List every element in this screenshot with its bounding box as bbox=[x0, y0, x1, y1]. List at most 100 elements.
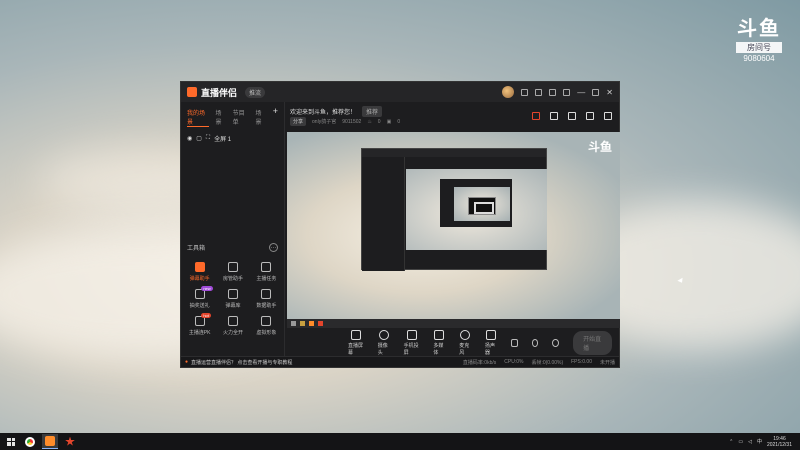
fullscreen-icon: ⛶ bbox=[205, 135, 211, 141]
scene-label: 全屏 1 bbox=[214, 137, 232, 143]
message-icon[interactable] bbox=[521, 88, 529, 96]
star-icon bbox=[65, 436, 75, 446]
camera-icon bbox=[378, 330, 389, 340]
minimize-icon[interactable]: — bbox=[577, 88, 585, 97]
tab-scene[interactable]: 场景 bbox=[215, 108, 226, 127]
room-meta: 分享 only鸽子官 9011502 ♨ 0 ▣ 0 bbox=[290, 117, 400, 126]
close-icon[interactable]: ✕ bbox=[606, 88, 613, 97]
sidebar: 我的场景 场景 节目单 场景 + ◉ ▢ ⛶ 全屏 1 工具箱 … 弹幕助手 房… bbox=[181, 102, 285, 358]
toolbox-header: 工具箱 … bbox=[187, 243, 278, 252]
taskbar: ⌃ ▭ ◁ 中 19:46 2021/12/31 bbox=[0, 433, 800, 450]
live-companion-icon bbox=[45, 436, 55, 446]
preview-watermark: 斗鱼 bbox=[587, 140, 612, 154]
play-icon bbox=[434, 330, 445, 340]
tab-scene-2[interactable]: 场景 bbox=[256, 108, 267, 127]
eye-icon[interactable]: ◉ bbox=[187, 135, 192, 142]
dropped-stat: 丢帧:0(0.00%) bbox=[531, 359, 564, 366]
clock[interactable]: 19:46 2021/12/31 bbox=[767, 436, 792, 448]
gift-icon[interactable] bbox=[535, 88, 543, 96]
more-icon[interactable]: … bbox=[269, 243, 278, 252]
app-logo-icon bbox=[187, 87, 197, 97]
nested-window-2 bbox=[440, 179, 512, 227]
network-icon[interactable]: ▭ bbox=[738, 439, 743, 445]
start-live-button[interactable]: 开始直播 bbox=[573, 331, 612, 355]
video-icon[interactable] bbox=[510, 339, 518, 347]
status-bar: ● 直播运营直播伴侣？ 点击查看开播与专职教程 直播码率:0kb/s CPU:0%… bbox=[181, 356, 619, 367]
lock-icon[interactable] bbox=[550, 112, 558, 120]
main-panel: 欢迎来到斗鱼，推荐您！ 推荐 分享 only鸽子官 9011502 ♨ 0 ▣ 0 … bbox=[286, 102, 620, 358]
watermark-tag: 房间号 bbox=[736, 42, 782, 53]
menu-icon[interactable] bbox=[563, 88, 571, 96]
app-window: 直播伴侣 推流 — ✕ 我的场景 场景 节目单 场景 + ◉ ▢ ⛶ 全屏 1 bbox=[180, 81, 620, 368]
glasses-icon bbox=[261, 316, 272, 326]
room-number: 9011502 bbox=[342, 118, 362, 125]
avatar[interactable] bbox=[502, 86, 515, 98]
taskbar-chrome[interactable] bbox=[22, 434, 38, 449]
speaker-icon bbox=[485, 330, 496, 340]
cpu-stat: CPU:0% bbox=[504, 358, 524, 365]
camera-button[interactable]: 摄像头 bbox=[378, 330, 390, 356]
app-name: 直播伴侣 bbox=[201, 87, 238, 98]
taskbar-app[interactable] bbox=[62, 434, 78, 449]
tool-danmaku-library[interactable]: 弹幕库 bbox=[216, 289, 249, 309]
tool-firepower[interactable]: 火力全开 bbox=[216, 316, 249, 336]
scene-tabs: 我的场景 场景 节目单 场景 + bbox=[181, 102, 284, 131]
fire-icon: ♨ bbox=[367, 118, 372, 125]
lock-icon[interactable]: ▢ bbox=[196, 135, 202, 142]
version-button[interactable]: 推流 bbox=[245, 86, 266, 98]
tab-program[interactable]: 节目单 bbox=[233, 108, 250, 127]
phone-icon bbox=[406, 330, 417, 340]
language-icon[interactable]: 中 bbox=[757, 438, 762, 445]
volume-icon[interactable]: ◁ bbox=[748, 439, 752, 445]
record-icon[interactable] bbox=[568, 112, 576, 120]
preview-taskbar bbox=[287, 319, 620, 328]
tool-danmaku-assistant[interactable]: 弹幕助手 bbox=[183, 262, 216, 282]
main-toolbar bbox=[532, 112, 612, 120]
chart-icon bbox=[261, 289, 272, 299]
user-icon bbox=[227, 262, 238, 272]
share-button[interactable]: 分享 bbox=[290, 117, 307, 126]
tool-streamer-task[interactable]: 主播任务 bbox=[250, 262, 283, 282]
shirt-icon[interactable] bbox=[549, 88, 557, 96]
hot-count: 0 bbox=[397, 118, 401, 125]
bell-icon[interactable] bbox=[586, 112, 594, 120]
taskbar-live-companion[interactable] bbox=[42, 434, 58, 449]
phone-cast-button[interactable]: 手机投屏 bbox=[404, 330, 420, 356]
tool-lottery[interactable]: new 抽奖送礼 bbox=[183, 286, 216, 309]
recommend-button[interactable]: 推荐 bbox=[362, 106, 383, 117]
watermark-room: 9080604 bbox=[743, 54, 775, 63]
app-brand: 直播伴侣 推流 bbox=[187, 86, 266, 99]
monitor-icon bbox=[350, 330, 361, 340]
clock-date: 2021/12/31 bbox=[766, 441, 792, 448]
share-icon[interactable] bbox=[604, 112, 612, 120]
tool-avatar[interactable]: 虚拟形象 bbox=[250, 316, 283, 336]
chevron-up-icon[interactable]: ⌃ bbox=[729, 439, 733, 445]
tab-my-scenes[interactable]: 我的场景 bbox=[187, 108, 210, 127]
gift-box-icon[interactable] bbox=[532, 112, 540, 120]
media-button[interactable]: 多媒体 bbox=[433, 330, 445, 356]
live-status: 未开播 bbox=[599, 359, 615, 366]
eye-icon[interactable] bbox=[531, 339, 539, 347]
task-icon bbox=[261, 262, 272, 272]
toolbox-grid: 弹幕助手 房管助手 主播任务 new 抽奖送礼 弹幕库 数据助手 hot 主播连PK… bbox=[183, 262, 283, 336]
start-button[interactable] bbox=[4, 435, 18, 449]
screen-capture-button[interactable]: 直播屏幕 bbox=[348, 330, 364, 356]
nested-window-3 bbox=[468, 197, 496, 215]
chrome-icon bbox=[25, 436, 35, 447]
watermark-logo: 斗鱼 bbox=[737, 16, 781, 40]
scene-item[interactable]: ◉ ▢ ⛶ 全屏 1 bbox=[181, 131, 284, 146]
tool-pk[interactable]: hot 主播连PK bbox=[183, 313, 216, 336]
microphone-button[interactable]: 麦克风 bbox=[459, 330, 471, 356]
speaker-button[interactable]: 扬声器 bbox=[485, 330, 497, 356]
tutorial-link[interactable]: ● 直播运营直播伴侣？ 点击查看开播与专职教程 bbox=[185, 359, 292, 366]
live-preview[interactable]: 斗鱼 bbox=[287, 132, 620, 319]
add-scene-button[interactable]: + bbox=[273, 107, 278, 127]
settings-icon[interactable] bbox=[552, 339, 560, 347]
maximize-icon[interactable] bbox=[592, 88, 600, 96]
tool-data-assistant[interactable]: 数据助手 bbox=[250, 289, 283, 309]
watermark: 斗鱼 房间号 9080604 bbox=[736, 12, 782, 63]
fans-count: 0 bbox=[377, 118, 381, 125]
tool-room-manager[interactable]: 房管助手 bbox=[216, 262, 249, 282]
tv-icon bbox=[227, 289, 238, 299]
viewer-icon: ▣ bbox=[386, 118, 392, 125]
